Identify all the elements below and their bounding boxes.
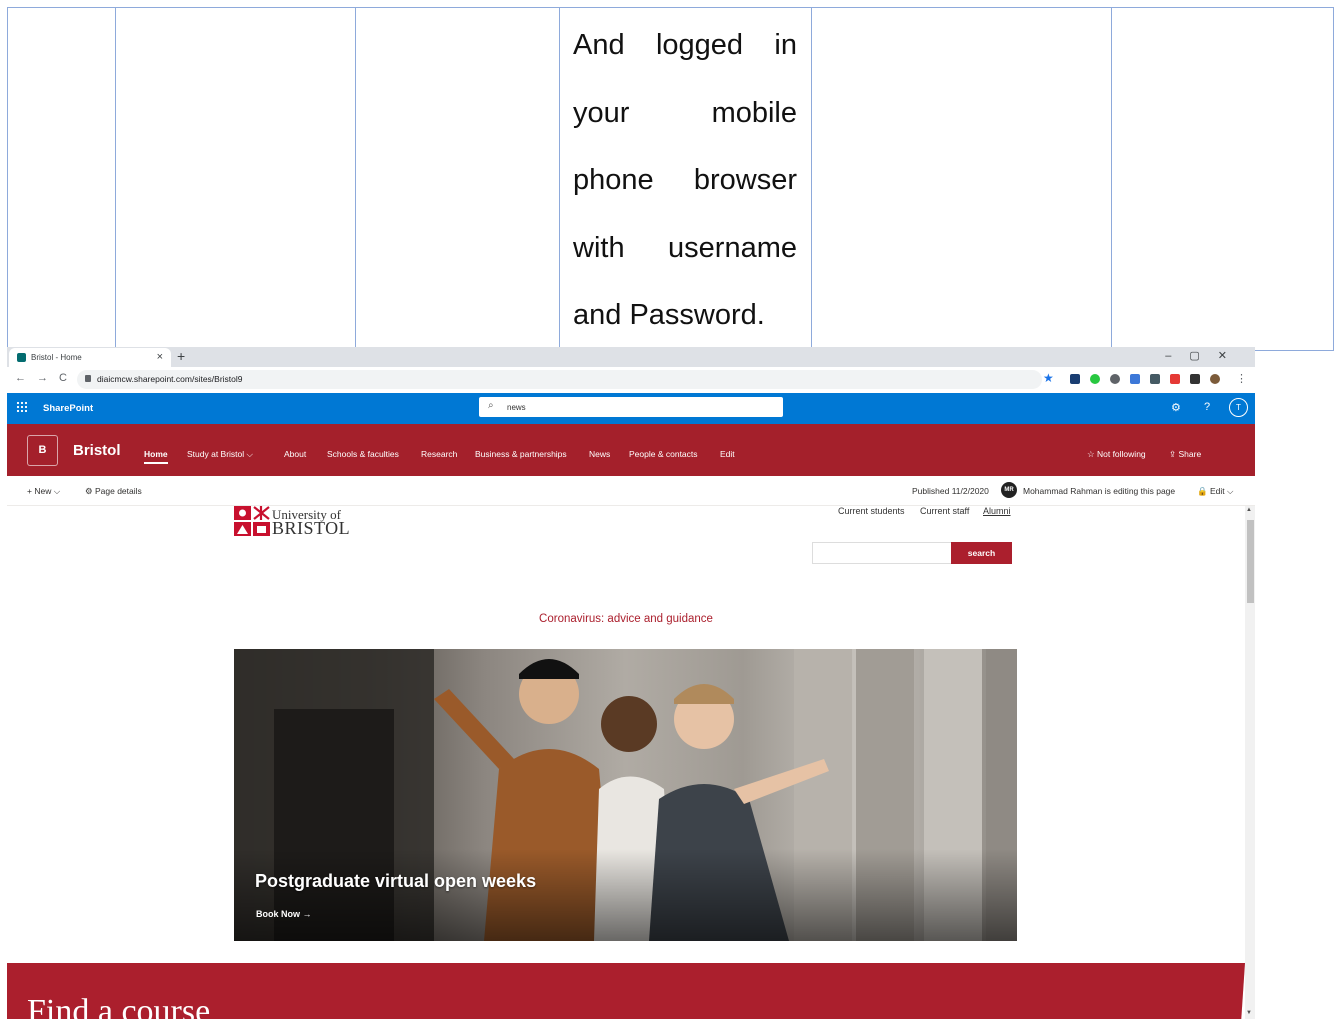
find-a-course-heading: Find a course bbox=[27, 993, 211, 1019]
extension-icon[interactable] bbox=[1150, 374, 1160, 384]
page-details-button[interactable]: ⚙ Page details bbox=[85, 486, 142, 497]
reload-button[interactable]: C bbox=[59, 372, 67, 384]
editor-avatar: MR bbox=[1001, 482, 1017, 498]
step-line: with username bbox=[573, 231, 797, 264]
extension-icon[interactable] bbox=[1110, 374, 1120, 384]
profile-avatar-icon[interactable] bbox=[1210, 374, 1220, 384]
help-icon[interactable]: ? bbox=[1204, 401, 1210, 413]
site-header: B Bristol Home Study at Bristol ⌵ About … bbox=[7, 424, 1255, 476]
url-text: diaicmcw.sharepoint.com/sites/Bristol9 bbox=[97, 374, 243, 384]
nav-business-partnerships[interactable]: Business & partnerships bbox=[475, 449, 567, 459]
search-query: news bbox=[507, 403, 526, 412]
nav-study-at-bristol[interactable]: Study at Bristol ⌵ bbox=[187, 449, 253, 460]
hero-title: Postgraduate virtual open weeks bbox=[255, 871, 537, 891]
chrome-menu-icon[interactable]: ⋮ bbox=[1236, 372, 1247, 385]
hero-banner[interactable]: Postgraduate virtual open weeks Book Now… bbox=[234, 649, 1017, 941]
app-launcher-icon[interactable] bbox=[16, 401, 27, 412]
scroll-down-arrow-icon[interactable]: ▼ bbox=[1246, 1010, 1252, 1016]
step-line: phone browser bbox=[573, 164, 797, 196]
table-cell bbox=[115, 7, 356, 351]
university-crest-icon bbox=[234, 506, 270, 536]
command-bar: + New ⌵ ⚙ Page details Published 11/2/20… bbox=[7, 476, 1255, 506]
browser-tab[interactable]: Bristol - Home × bbox=[9, 348, 171, 367]
table-cell bbox=[1111, 7, 1334, 351]
scrollbar-thumb[interactable] bbox=[1247, 520, 1254, 603]
site-search-input[interactable] bbox=[812, 542, 952, 564]
forward-button[interactable]: → bbox=[37, 372, 48, 384]
table-cell-steps: And logged in your mobile phone browser … bbox=[559, 7, 812, 351]
nav-about[interactable]: About bbox=[284, 449, 306, 459]
nav-news[interactable]: News bbox=[589, 449, 610, 459]
book-now-link[interactable]: Book Now → bbox=[256, 909, 312, 919]
sharepoint-favicon-icon bbox=[17, 353, 26, 362]
extension-icon[interactable] bbox=[1070, 374, 1080, 384]
user-avatar[interactable]: T bbox=[1229, 398, 1248, 417]
follow-button[interactable]: ☆ Not following bbox=[1087, 449, 1146, 460]
nav-people-contacts[interactable]: People & contacts bbox=[629, 449, 698, 459]
new-button[interactable]: + New ⌵ bbox=[27, 486, 60, 497]
site-title[interactable]: Bristol bbox=[73, 442, 121, 459]
site-logo[interactable]: B bbox=[27, 435, 58, 466]
step-line: your mobile bbox=[573, 96, 797, 129]
site-search-button[interactable]: search bbox=[951, 542, 1012, 564]
sharepoint-search-box[interactable]: ⌕ news bbox=[479, 397, 783, 417]
close-tab-icon[interactable]: × bbox=[157, 351, 163, 363]
extension-icon[interactable] bbox=[1130, 374, 1140, 384]
nav-research[interactable]: Research bbox=[421, 449, 457, 459]
link-current-staff[interactable]: Current staff bbox=[920, 506, 969, 516]
nav-home[interactable]: Home bbox=[144, 449, 168, 464]
edit-button[interactable]: 🔒 Edit ⌵ bbox=[1197, 486, 1233, 497]
step-text: And logged in your mobile phone browser … bbox=[560, 8, 811, 350]
find-a-course-band: Find a course bbox=[7, 963, 1245, 1019]
editing-status: Mohammad Rahman is editing this page bbox=[1023, 486, 1176, 496]
scroll-up-arrow-icon[interactable]: ▲ bbox=[1246, 507, 1252, 513]
search-icon: ⌕ bbox=[488, 400, 494, 411]
browser-screenshot: Bristol - Home × + –▢✕ ← → C diaicmcw.sh… bbox=[7, 347, 1255, 1019]
extension-icon[interactable] bbox=[1170, 374, 1180, 384]
nav-edit[interactable]: Edit bbox=[720, 449, 735, 459]
link-current-students[interactable]: Current students bbox=[838, 506, 905, 516]
page-content: University of BRISTOL Current students C… bbox=[7, 506, 1245, 1019]
published-date: Published 11/2/2020 bbox=[912, 486, 989, 496]
tab-strip: Bristol - Home × + –▢✕ bbox=[7, 347, 1255, 367]
link-alumni[interactable]: Alumni bbox=[983, 506, 1011, 516]
logo-text-line2: BRISTOL bbox=[272, 518, 351, 538]
table-cell bbox=[355, 7, 560, 351]
coronavirus-link[interactable]: Coronavirus: advice and guidance bbox=[7, 613, 1245, 625]
table-cell bbox=[811, 7, 1112, 351]
address-bar[interactable]: diaicmcw.sharepoint.com/sites/Bristol9 bbox=[77, 370, 1042, 389]
sharepoint-app-name[interactable]: SharePoint bbox=[43, 403, 93, 414]
window-controls[interactable]: –▢✕ bbox=[1165, 349, 1245, 362]
bookmark-star-icon[interactable]: ★ bbox=[1043, 371, 1054, 385]
back-button[interactable]: ← bbox=[15, 372, 26, 384]
table-cell bbox=[7, 7, 116, 351]
step-line: and Password. bbox=[573, 299, 765, 331]
nav-schools-faculties[interactable]: Schools & faculties bbox=[327, 449, 399, 459]
tab-title: Bristol - Home bbox=[31, 353, 82, 362]
address-bar-row: ← → C diaicmcw.sharepoint.com/sites/Bris… bbox=[7, 367, 1255, 393]
share-button[interactable]: ⇪ Share bbox=[1169, 449, 1201, 460]
extensions-puzzle-icon[interactable] bbox=[1190, 374, 1200, 384]
sharepoint-suite-bar: SharePoint ⌕ news ⚙ ? T bbox=[7, 393, 1255, 424]
settings-gear-icon[interactable]: ⚙ bbox=[1171, 401, 1181, 414]
lock-icon bbox=[85, 375, 91, 382]
step-line: And logged in bbox=[573, 29, 797, 61]
coronavirus-link-text[interactable]: Coronavirus: advice and guidance bbox=[539, 613, 713, 625]
document-table: And logged in your mobile phone browser … bbox=[7, 7, 1334, 351]
extension-icon[interactable] bbox=[1090, 374, 1100, 384]
hero-photo-illustration bbox=[234, 649, 1017, 941]
university-logo[interactable]: University of BRISTOL bbox=[234, 505, 364, 539]
new-tab-button[interactable]: + bbox=[177, 348, 185, 364]
